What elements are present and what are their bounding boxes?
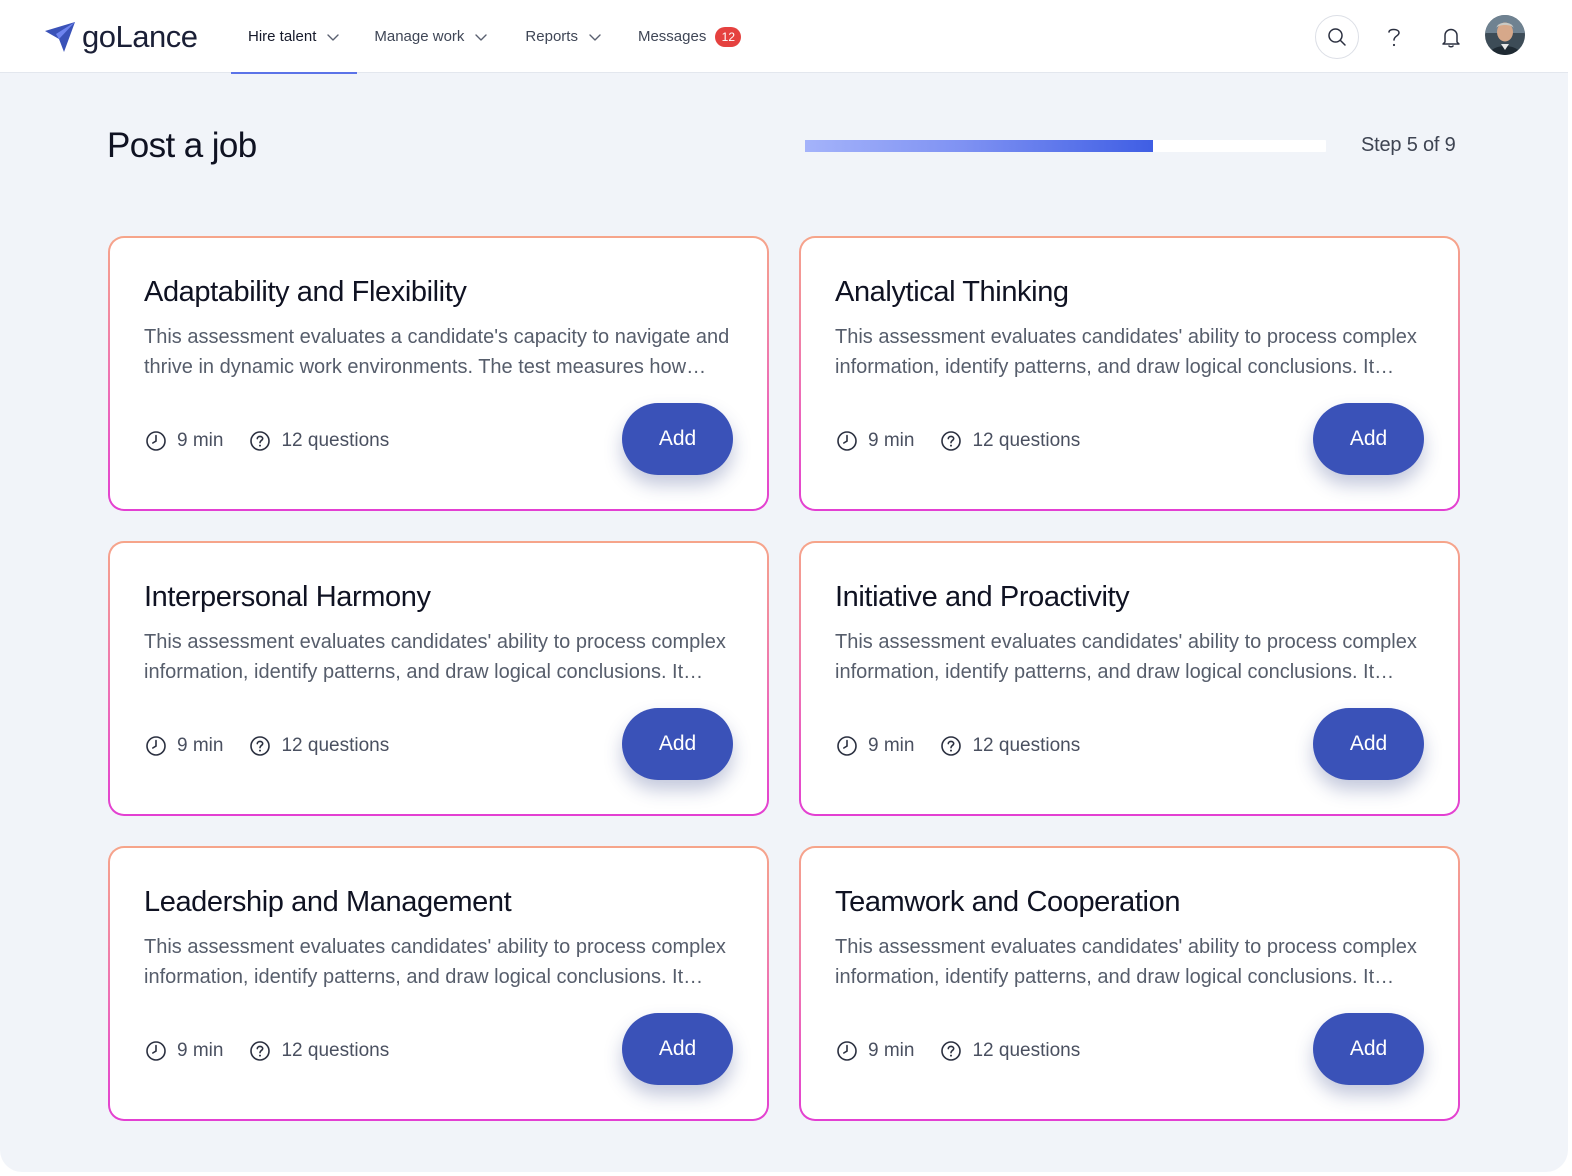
nav-item-messages[interactable]: Messages 12	[621, 0, 758, 73]
assessment-meta: 9 min 12 questions	[145, 733, 389, 759]
assessment-question-count: 12 questions	[972, 430, 1081, 451]
step-progress-fill	[805, 140, 1153, 152]
clock-icon	[837, 431, 857, 451]
assessment-card: Adaptability and Flexibility This assess…	[108, 236, 769, 511]
question-circle-icon	[941, 1041, 962, 1061]
messages-count-badge: 12	[715, 26, 742, 47]
golance-logo-icon	[45, 22, 75, 52]
add-assessment-button[interactable]: Add	[1313, 403, 1424, 475]
add-assessment-button[interactable]: Add	[622, 708, 733, 780]
add-assessment-button[interactable]: Add	[622, 403, 733, 475]
assessment-question-count: 12 questions	[972, 735, 1081, 756]
assessment-question-count: 12 questions	[972, 1040, 1081, 1061]
question-circle-icon	[250, 1041, 271, 1061]
add-assessment-button[interactable]: Add	[622, 1013, 733, 1085]
assessment-title: Teamwork and Cooperation	[835, 886, 1181, 918]
step-indicator: Step 5 of 9	[1361, 134, 1456, 156]
question-circle-icon	[941, 431, 962, 451]
assessment-question-count: 12 questions	[281, 430, 390, 451]
assessment-title: Adaptability and Flexibility	[144, 276, 467, 308]
assessment-title: Analytical Thinking	[835, 276, 1069, 308]
nav-item-manage-work[interactable]: Manage work	[357, 0, 505, 73]
assessment-meta: 9 min 12 questions	[836, 1038, 1080, 1064]
assessment-meta: 9 min 12 questions	[836, 733, 1080, 759]
assessment-question-count: 12 questions	[281, 1040, 390, 1061]
search-button[interactable]	[1315, 15, 1359, 59]
help-button[interactable]	[1379, 22, 1409, 52]
assessment-duration: 9 min	[868, 1040, 915, 1061]
assessment-description: This assessment evaluates a candidate's …	[144, 326, 730, 378]
assessment-meta: 9 min 12 questions	[145, 1038, 389, 1064]
assessment-card: Interpersonal Harmony This assessment ev…	[108, 541, 769, 816]
add-assessment-button[interactable]: Add	[1313, 1013, 1424, 1085]
clock-icon	[837, 736, 857, 756]
chevron-down-icon	[475, 33, 488, 41]
nav-item-label: Messages	[637, 28, 707, 45]
nav-item-label: Reports	[525, 28, 578, 45]
nav-item-label: Hire talent	[248, 28, 317, 45]
nav-item-label: Manage work	[374, 28, 465, 45]
search-icon	[1328, 28, 1346, 46]
assessment-duration: 9 min	[868, 735, 915, 756]
avatar-photo-icon	[1485, 15, 1525, 55]
step-progress-bar	[805, 140, 1326, 152]
user-avatar[interactable]	[1485, 15, 1525, 55]
assessment-title: Initiative and Proactivity	[835, 581, 1130, 613]
clock-icon	[146, 1041, 166, 1061]
app-frame: goLance Hire talent Manage work Reports …	[0, 0, 1568, 1172]
assessment-duration: 9 min	[177, 735, 224, 756]
clock-icon	[837, 1041, 857, 1061]
assessment-title: Interpersonal Harmony	[144, 581, 431, 613]
assessment-description: This assessment evaluates candidates' ab…	[835, 631, 1417, 683]
chevron-down-icon	[327, 33, 340, 41]
assessment-description: This assessment evaluates candidates' ab…	[835, 936, 1417, 988]
assessment-duration: 9 min	[177, 1040, 224, 1061]
notifications-button[interactable]	[1436, 22, 1466, 52]
nav-item-hire-talent[interactable]: Hire talent	[231, 0, 358, 74]
assessment-card: Leadership and Management This assessmen…	[108, 846, 769, 1121]
top-navigation-bar: goLance Hire talent Manage work Reports …	[0, 0, 1568, 74]
brand-logo[interactable]: goLance	[42, 18, 198, 56]
help-icon	[1388, 28, 1400, 47]
question-circle-icon	[250, 736, 271, 756]
chevron-down-icon	[589, 33, 601, 41]
assessment-description: This assessment evaluates candidates' ab…	[835, 326, 1417, 378]
assessment-question-count: 12 questions	[281, 735, 390, 756]
main-nav: Hire talent Manage work Reports Messages…	[231, 0, 758, 74]
assessment-card: Teamwork and Cooperation This assessment…	[799, 846, 1460, 1121]
assessment-title: Leadership and Management	[144, 886, 512, 918]
question-circle-icon	[250, 431, 271, 451]
assessment-meta: 9 min 12 questions	[145, 428, 389, 454]
nav-item-reports[interactable]: Reports	[508, 0, 619, 73]
assessment-duration: 9 min	[177, 430, 224, 451]
bell-icon	[1442, 28, 1460, 48]
assessment-card: Initiative and Proactivity This assessme…	[799, 541, 1460, 816]
clock-icon	[146, 736, 166, 756]
question-circle-icon	[941, 736, 962, 756]
clock-icon	[146, 431, 166, 451]
add-assessment-button[interactable]: Add	[1313, 708, 1424, 780]
assessment-duration: 9 min	[868, 430, 915, 451]
page-title: Post a job	[107, 126, 257, 165]
assessment-description: This assessment evaluates candidates' ab…	[144, 936, 726, 988]
brand-name: goLance	[82, 19, 198, 54]
assessment-card: Analytical Thinking This assessment eval…	[799, 236, 1460, 511]
assessment-meta: 9 min 12 questions	[836, 428, 1080, 454]
assessment-description: This assessment evaluates candidates' ab…	[144, 631, 726, 683]
